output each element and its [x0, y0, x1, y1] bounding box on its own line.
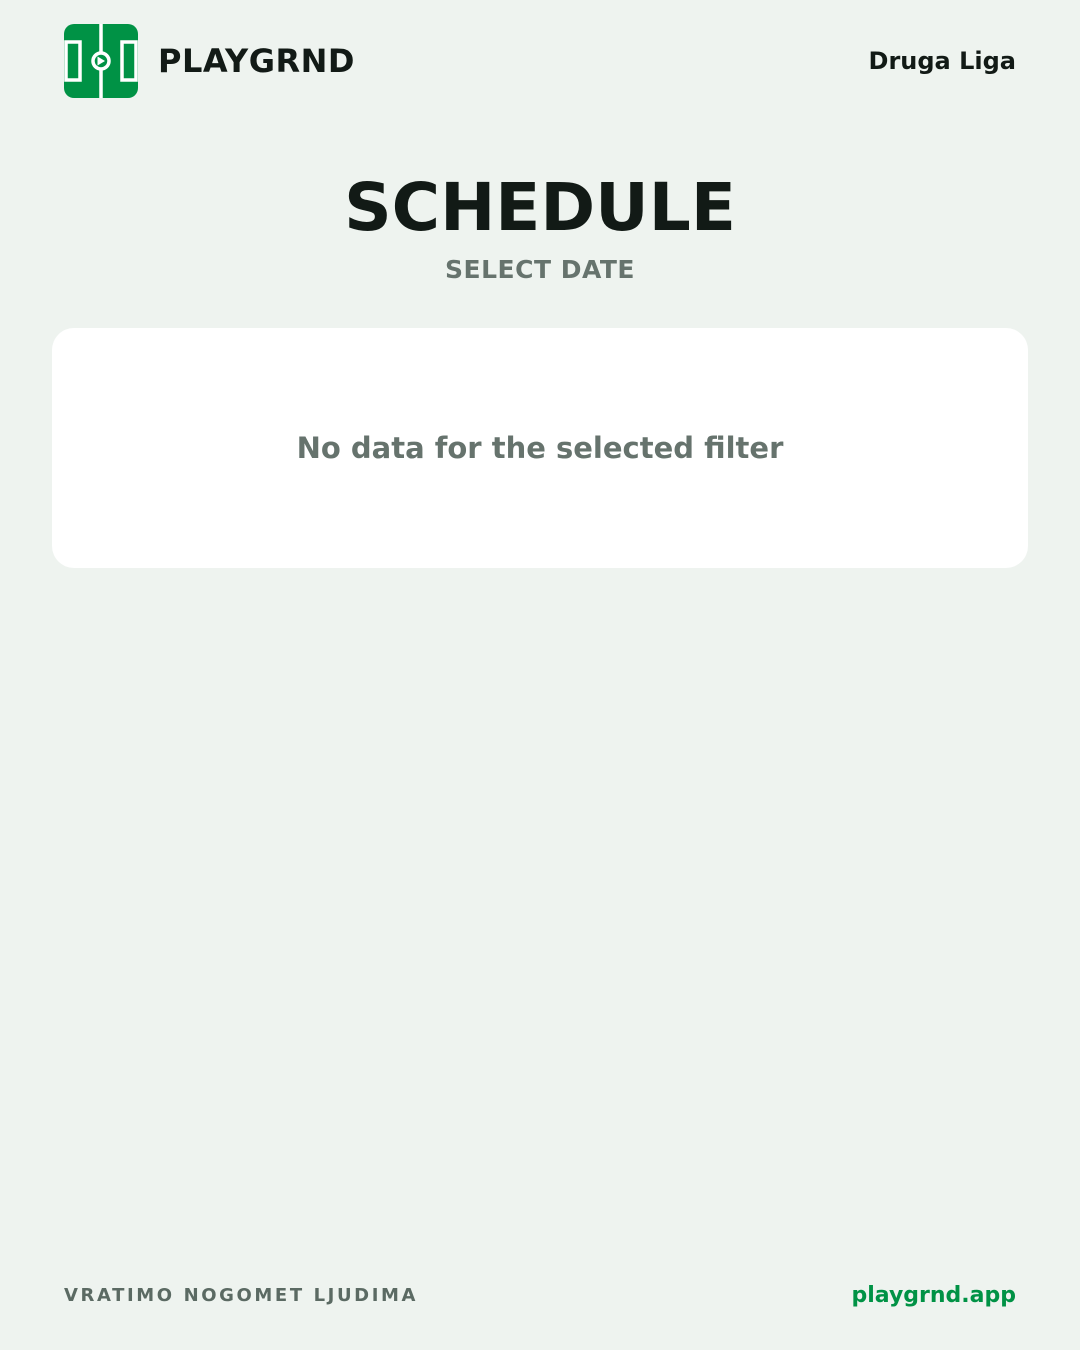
page-title: SCHEDULE [344, 169, 736, 246]
footer: VRATIMO NOGOMET LJUDIMA playgrnd.app [64, 1278, 1016, 1312]
select-date-label[interactable]: SELECT DATE [0, 254, 1080, 286]
empty-state-message: No data for the selected filter [296, 431, 784, 465]
league-name[interactable]: Druga Liga [869, 47, 1016, 75]
brand-name: PLAYGRND [158, 42, 355, 80]
header: PLAYGRND Druga Liga [64, 24, 1016, 98]
footer-tagline: VRATIMO NOGOMET LJUDIMA [64, 1284, 419, 1306]
soccer-pitch-icon [64, 24, 138, 98]
website-link[interactable]: playgrnd.app [851, 1283, 1016, 1308]
brand[interactable]: PLAYGRND [64, 24, 355, 98]
schedule-card: No data for the selected filter [52, 328, 1028, 568]
